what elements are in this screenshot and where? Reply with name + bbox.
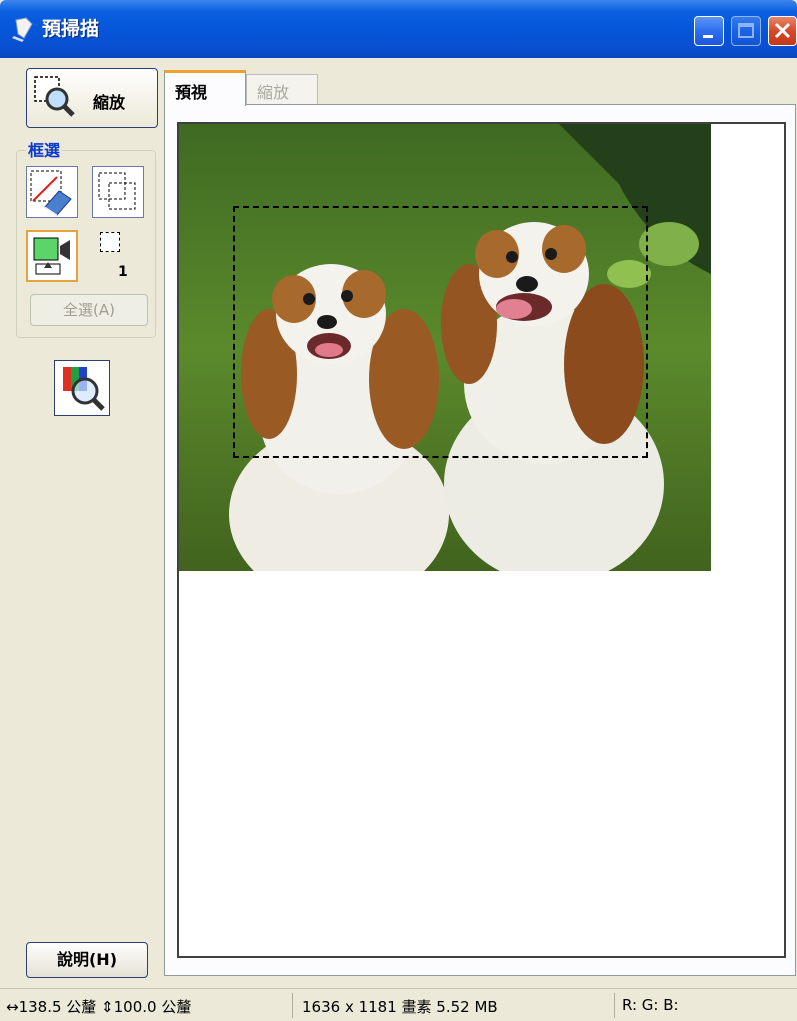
eraser-marquee-icon xyxy=(30,170,72,216)
scanner-app-icon xyxy=(12,17,33,42)
close-button[interactable] xyxy=(768,16,797,46)
marquee-selection[interactable] xyxy=(233,206,648,458)
auto-locate-button[interactable] xyxy=(26,230,78,282)
copy-marquee-icon xyxy=(98,172,136,210)
zoom-button[interactable]: 縮放 xyxy=(26,68,158,128)
help-button[interactable]: 說明(H) xyxy=(26,942,148,978)
maximize-icon xyxy=(738,23,754,38)
marquee-thumbnail-icon xyxy=(100,232,120,252)
maximize-button[interactable] xyxy=(731,16,761,46)
auto-locate-icon xyxy=(33,237,70,275)
delete-marquee-button[interactable] xyxy=(26,166,78,218)
marquee-count: 1 xyxy=(118,264,128,280)
tool-panel: 縮放 框選 1 全選(A) 說明(H) xyxy=(10,58,160,988)
prescan-window: 預掃描 縮放 框選 1 全選(A) 說明(H) 預視 縮放 ↔138.5 公釐 … xyxy=(0,0,797,1021)
close-icon xyxy=(774,22,791,39)
zoom-button-label: 縮放 xyxy=(93,93,126,112)
tab-zoom[interactable]: 縮放 xyxy=(246,74,318,104)
preview-area[interactable] xyxy=(177,122,786,958)
marquee-group-label: 框選 xyxy=(26,137,63,161)
status-pixel-size: 1636 x 1181 畫素 5.52 MB xyxy=(302,998,498,1016)
tab-preview[interactable]: 預視 xyxy=(164,70,246,106)
preview-panel xyxy=(164,104,796,976)
window-title: 預掃描 xyxy=(42,18,100,40)
copy-marquee-button[interactable] xyxy=(92,166,144,218)
color-magnifier-icon xyxy=(63,367,105,411)
color-adjust-button[interactable] xyxy=(54,360,110,416)
zoom-magnifier-icon xyxy=(34,76,75,117)
title-bar[interactable]: 預掃描 xyxy=(0,0,797,58)
status-bar: ↔138.5 公釐 ⇕100.0 公釐 1636 x 1181 畫素 5.52 … xyxy=(0,988,797,1021)
select-all-button[interactable]: 全選(A) xyxy=(30,294,148,326)
minimize-icon xyxy=(703,35,713,38)
status-dimensions: ↔138.5 公釐 ⇕100.0 公釐 xyxy=(6,998,192,1016)
status-divider xyxy=(614,993,615,1018)
status-rgb: R: G: B: xyxy=(622,996,679,1014)
minimize-button[interactable] xyxy=(694,16,724,46)
status-divider xyxy=(292,993,293,1018)
